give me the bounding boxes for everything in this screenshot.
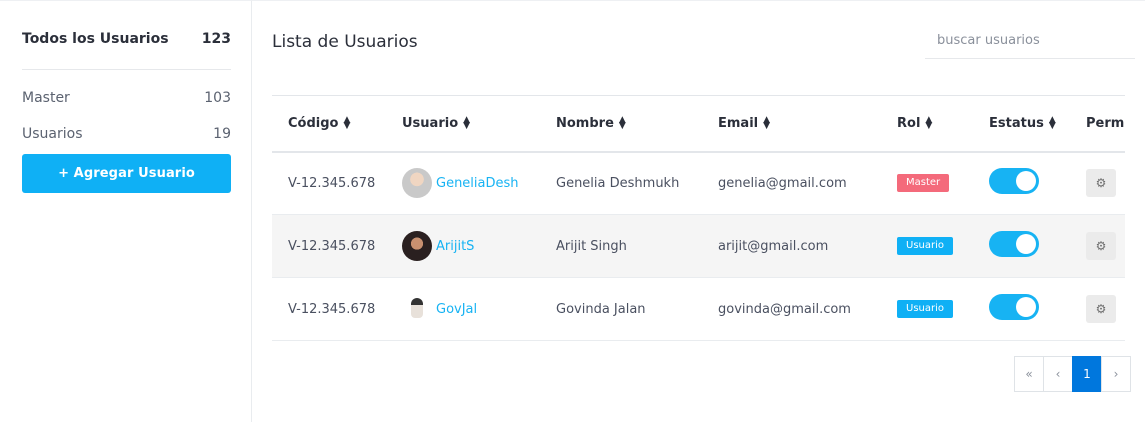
filter-usuarios-count: 19 xyxy=(213,126,231,142)
cell-email: arijit@gmail.com xyxy=(718,238,829,254)
pagination: « ‹ 1 › xyxy=(1014,356,1131,392)
page-title: Lista de Usuarios xyxy=(272,32,418,52)
col-header-nombre[interactable]: Nombre ▲ ▼ xyxy=(540,96,702,152)
col-header-label: Código xyxy=(288,115,339,131)
col-header-codigo[interactable]: Código ▲ ▼ xyxy=(272,96,386,152)
role-badge: Usuario xyxy=(897,300,954,318)
role-badge: Usuario xyxy=(897,237,954,255)
cell-usuario: GovJal xyxy=(386,278,540,341)
col-header-label: Rol xyxy=(897,115,921,131)
filter-all-users[interactable]: Todos los Usuarios 123 xyxy=(22,31,231,47)
sidebar: Todos los Usuarios 123 Master 103 Usuari… xyxy=(0,0,252,422)
sort-icon[interactable]: ▲ ▼ xyxy=(1049,116,1056,131)
status-toggle[interactable] xyxy=(989,294,1039,320)
sidebar-divider xyxy=(22,69,231,70)
sort-icon[interactable]: ▲ ▼ xyxy=(343,116,350,131)
cell-usuario: GeneliaDesh xyxy=(386,152,540,215)
avatar xyxy=(402,168,432,199)
toggle-knob xyxy=(1016,234,1036,254)
cell-estatus xyxy=(973,152,1070,215)
filter-master-label: Master xyxy=(22,90,70,106)
cell-permisos: ⚙ xyxy=(1070,215,1125,278)
col-header-label: Email xyxy=(718,115,759,131)
add-user-button[interactable]: + Agregar Usuario xyxy=(22,154,231,193)
table-row: V-12.345.678 ArijitS Arijit Singh arijit… xyxy=(272,214,1125,278)
cell-rol: Usuario xyxy=(881,278,973,341)
gear-icon: ⚙ xyxy=(1095,176,1107,191)
cell-permisos: ⚙ xyxy=(1070,278,1125,341)
cell-nombre: Govinda Jalan xyxy=(556,301,646,317)
filter-all-users-count: 123 xyxy=(201,31,231,47)
col-header-permisos[interactable]: Permi xyxy=(1070,96,1125,152)
status-toggle[interactable] xyxy=(989,168,1039,195)
main-panel: Lista de Usuarios Código ▲▼ Usuario ▲▼ Nom… xyxy=(252,0,1145,422)
table-row: V-12.345.678 GovJal Govinda Jalan govind… xyxy=(272,278,1125,341)
username-link[interactable]: ArijitS xyxy=(436,239,474,254)
pagination-page-1[interactable]: 1 xyxy=(1072,356,1102,392)
col-header-estatus[interactable]: Estatus ▲ ▼ xyxy=(973,96,1070,152)
users-table-container: Código ▲ ▼ Usuario ▲ ▼ Nombre ▲ ▼ Email ▲ ▼ Rol ▲… xyxy=(272,95,1125,341)
users-table: Código ▲ ▼ Usuario ▲ ▼ Nombre ▲ ▼ Email ▲ ▼ Rol ▲… xyxy=(272,95,1125,341)
cell-codigo: V-12.345.678 xyxy=(288,238,376,254)
avatar xyxy=(402,294,432,324)
status-toggle[interactable] xyxy=(989,231,1039,257)
cell-usuario: ArijitS xyxy=(386,215,540,278)
col-header-label: Usuario xyxy=(402,115,459,131)
avatar xyxy=(402,231,432,261)
cell-estatus xyxy=(973,278,1070,341)
col-header-label: Permi xyxy=(1086,115,1125,131)
sort-icon[interactable]: ▲ ▼ xyxy=(619,116,626,131)
permissions-gear-button[interactable]: ⚙ xyxy=(1086,295,1116,323)
toggle-knob xyxy=(1016,171,1036,192)
cell-codigo: V-12.345.678 xyxy=(288,301,376,317)
cell-permisos: ⚙ xyxy=(1070,152,1125,215)
cell-nombre: Genelia Deshmukh xyxy=(556,175,680,191)
cell-estatus xyxy=(973,215,1070,278)
sort-icon[interactable]: ▲ ▼ xyxy=(925,116,932,131)
cell-email: govinda@gmail.com xyxy=(718,301,851,317)
col-header-label: Estatus xyxy=(989,115,1044,131)
filter-master[interactable]: Master 103 xyxy=(22,90,231,106)
filter-master-count: 103 xyxy=(204,90,231,106)
permissions-gear-button[interactable]: ⚙ xyxy=(1086,232,1116,260)
gear-icon: ⚙ xyxy=(1095,302,1107,316)
cell-codigo: V-12.345.678 xyxy=(288,175,376,191)
role-badge: Master xyxy=(897,174,950,193)
col-header-email[interactable]: Email ▲ ▼ xyxy=(702,96,881,152)
table-row: V-12.345.678 GeneliaDesh Genelia Deshmuk… xyxy=(272,152,1125,215)
sort-icon[interactable]: ▲ ▼ xyxy=(463,116,470,131)
username-link[interactable]: GeneliaDesh xyxy=(436,176,519,191)
permissions-gear-button[interactable]: ⚙ xyxy=(1086,169,1116,198)
pagination-first-button[interactable]: « xyxy=(1014,356,1044,392)
cell-rol: Usuario xyxy=(881,215,973,278)
cell-email: genelia@gmail.com xyxy=(718,175,847,191)
sort-icon[interactable]: ▲ ▼ xyxy=(763,116,770,131)
cell-rol: Master xyxy=(881,152,973,215)
search-input[interactable] xyxy=(925,23,1135,59)
username-link[interactable]: GovJal xyxy=(436,302,477,317)
cell-nombre: Arijit Singh xyxy=(556,238,627,254)
col-header-rol[interactable]: Rol ▲ ▼ xyxy=(881,96,973,152)
col-header-label: Nombre xyxy=(556,115,614,131)
table-header-row: Código ▲ ▼ Usuario ▲ ▼ Nombre ▲ ▼ Email ▲ ▼ Rol ▲… xyxy=(272,95,1125,152)
filter-usuarios[interactable]: Usuarios 19 xyxy=(22,126,231,142)
col-header-usuario[interactable]: Usuario ▲ ▼ xyxy=(386,96,540,152)
pagination-next-button[interactable]: › xyxy=(1101,356,1131,392)
toggle-knob xyxy=(1016,297,1036,317)
filter-usuarios-label: Usuarios xyxy=(22,126,83,142)
pagination-prev-button[interactable]: ‹ xyxy=(1043,356,1073,392)
filter-all-users-label: Todos los Usuarios xyxy=(22,31,169,47)
gear-icon: ⚙ xyxy=(1095,239,1107,253)
